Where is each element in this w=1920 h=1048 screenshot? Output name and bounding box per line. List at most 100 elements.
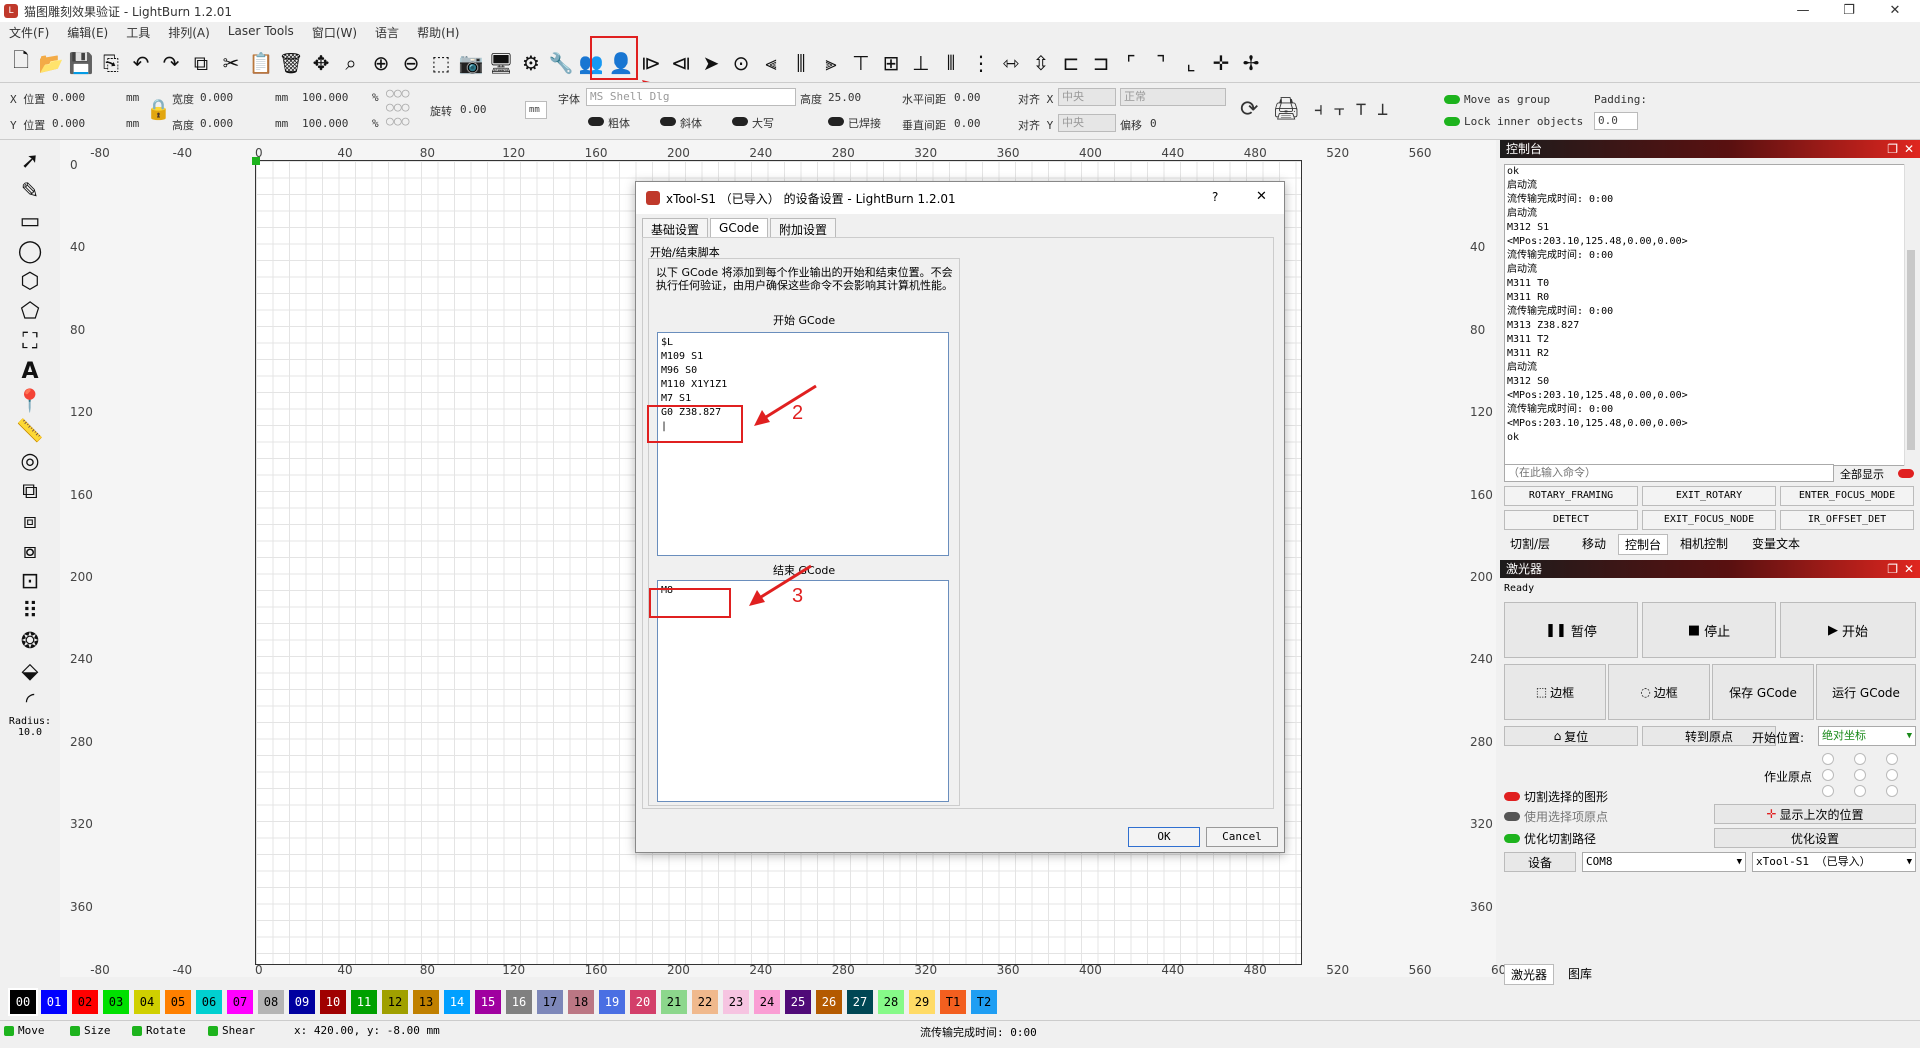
subtract-icon[interactable]: ⧇ (12, 536, 48, 566)
palette-swatch[interactable]: 22 (692, 990, 718, 1014)
tab-move[interactable]: 移动 (1576, 534, 1612, 553)
pause-button[interactable]: ❚❚ 暂停 (1504, 602, 1638, 658)
palette-swatch[interactable]: 04 (134, 990, 160, 1014)
palette-swatch[interactable]: T1 (940, 990, 966, 1014)
camera-icon[interactable]: 📷 (456, 48, 486, 78)
cut-icon[interactable]: ✂ (216, 48, 246, 78)
text-tool-icon[interactable]: A (12, 356, 48, 386)
palette-swatch[interactable]: 24 (754, 990, 780, 1014)
corner-bl-icon[interactable]: ⌞ (1176, 48, 1206, 78)
zoom-in-icon[interactable]: ⊕ (366, 48, 396, 78)
command-input[interactable] (1504, 464, 1834, 482)
origin-radio[interactable] (1886, 785, 1898, 797)
move-icon[interactable]: ✥ (306, 48, 336, 78)
zoom-fit-icon[interactable]: ⌕ (336, 48, 366, 78)
center-icon[interactable]: ⊙ (726, 48, 756, 78)
lock-inner-toggle[interactable] (1444, 117, 1460, 126)
origin-radio[interactable] (1854, 769, 1866, 781)
close-window-button[interactable]: ✕ (1872, 0, 1918, 22)
select-arrow-icon[interactable]: ➚ (12, 146, 48, 176)
optimize-settings-button[interactable]: 优化设置 (1714, 828, 1916, 848)
save-gcode-button[interactable]: 保存 GCode (1712, 664, 1814, 720)
menu-language[interactable]: 语言 (366, 24, 408, 42)
y-position-value[interactable]: 0.000 (52, 117, 85, 130)
bold-toggle[interactable] (588, 117, 604, 126)
home-button[interactable]: ⌂ 复位 (1504, 726, 1638, 746)
grid-array-icon[interactable]: ⠿ (12, 596, 48, 626)
palette-swatch[interactable]: 13 (413, 990, 439, 1014)
ellipse-icon[interactable]: ◯ (12, 236, 48, 266)
palette-swatch[interactable]: 10 (320, 990, 346, 1014)
corner-tl-icon[interactable]: ⌜ (1116, 48, 1146, 78)
show-all-toggle[interactable] (1898, 469, 1914, 478)
align-y-select[interactable]: 中央 (1058, 114, 1116, 132)
use-selection-origin-toggle[interactable] (1504, 812, 1520, 821)
rotate-value[interactable]: 0.00 (460, 103, 487, 116)
monitor-icon[interactable]: 🖥 (486, 48, 516, 78)
optimize-path-toggle[interactable] (1504, 834, 1520, 843)
menu-arrange[interactable]: 排列(A) (159, 24, 219, 42)
mirror-v-icon[interactable]: ⧏ (666, 48, 696, 78)
minimize-button[interactable]: — (1780, 0, 1826, 22)
align-top-icon[interactable]: ⊤ (846, 48, 876, 78)
show-last-position-button[interactable]: ✛ 显示上次的位置 (1714, 804, 1916, 824)
console-scrollbar[interactable] (1904, 164, 1916, 466)
origin-radio[interactable] (1822, 785, 1834, 797)
palette-swatch[interactable]: 00 (8, 988, 38, 1016)
circle-frame-button[interactable]: ◌ 边框 (1608, 664, 1710, 720)
corner-tr-icon[interactable]: ⌝ (1146, 48, 1176, 78)
corner-radius-icon[interactable]: ◜ (12, 686, 48, 716)
float-icon[interactable]: ❐ (1887, 140, 1898, 158)
origin-radio[interactable] (1822, 753, 1834, 765)
settings-gear-icon[interactable]: ⚙ (516, 48, 546, 78)
zoom-out-icon[interactable]: ⊖ (396, 48, 426, 78)
palette-swatch[interactable]: 12 (382, 990, 408, 1014)
tab-cuts-layers[interactable]: 切割/层 (1504, 534, 1556, 553)
origin-radio[interactable] (1886, 769, 1898, 781)
palette-swatch[interactable]: 15 (475, 990, 501, 1014)
menu-file[interactable]: 文件(F) (0, 24, 58, 42)
macro-exit-focus-node[interactable]: EXIT_FOCUS_NODE (1642, 510, 1776, 530)
port-select[interactable]: COM8 ▼ (1582, 852, 1746, 872)
palette-swatch[interactable]: 02 (72, 990, 98, 1014)
radius-value[interactable]: 10.0 (18, 727, 42, 738)
delete-icon[interactable]: 🗑 (276, 48, 306, 78)
macro-enter-focus-mode[interactable]: ENTER_FOCUS_MODE (1780, 486, 1914, 506)
palette-swatch[interactable]: 19 (599, 990, 625, 1014)
width-value[interactable]: 0.000 (200, 91, 233, 104)
start-button[interactable]: ▶ 开始 (1780, 602, 1916, 658)
palette-swatch[interactable]: 21 (661, 990, 687, 1014)
padding-input[interactable]: 0.0 (1594, 112, 1638, 130)
palette-swatch[interactable]: 11 (351, 990, 377, 1014)
frame-button[interactable]: ⬚ 边框 (1504, 664, 1606, 720)
welded-toggle[interactable] (828, 117, 844, 126)
redo-icon[interactable]: ↷ (156, 48, 186, 78)
palette-swatch[interactable]: 16 (506, 990, 532, 1014)
dock-icons[interactable]: ⫞ ⫟ ⊤ ⊥ (1314, 99, 1388, 120)
height-value[interactable]: 0.000 (200, 117, 233, 130)
height-percent-value[interactable]: 100.000 (302, 117, 348, 130)
origin-radio[interactable] (1854, 785, 1866, 797)
offset-icon[interactable]: ◎ (12, 446, 48, 476)
align-left-icon[interactable]: ⫷ (756, 48, 786, 78)
align-center-icon[interactable]: ⫼ (786, 48, 816, 78)
union-icon[interactable]: ⧈ (12, 506, 48, 536)
paste-icon[interactable]: 📋 (246, 48, 276, 78)
macro-ir-offset-det[interactable]: IR_OFFSET_DET (1780, 510, 1914, 530)
width-percent-value[interactable]: 100.000 (302, 91, 348, 104)
offset-value[interactable]: 0 (1150, 117, 1157, 130)
status-size[interactable]: Size (70, 1024, 111, 1037)
tab-camera-control[interactable]: 相机控制 (1674, 534, 1734, 553)
status-rotate[interactable]: Rotate (132, 1024, 186, 1037)
open-folder-icon[interactable]: 📂 (36, 48, 66, 78)
dialog-close-button[interactable]: ✕ (1256, 189, 1267, 204)
align-middle-icon[interactable]: ⊞ (876, 48, 906, 78)
edit-nodes-icon[interactable]: ⬙ (12, 656, 48, 686)
status-move[interactable]: Move (4, 1024, 45, 1037)
palette-swatch[interactable]: 26 (816, 990, 842, 1014)
macro-detect[interactable]: DETECT (1504, 510, 1638, 530)
palette-swatch[interactable]: 14 (444, 990, 470, 1014)
space-h-icon[interactable]: ⇿ (996, 48, 1026, 78)
origin-radio[interactable] (1886, 753, 1898, 765)
start-from-select[interactable]: 绝对坐标 ▼ (1818, 726, 1916, 746)
